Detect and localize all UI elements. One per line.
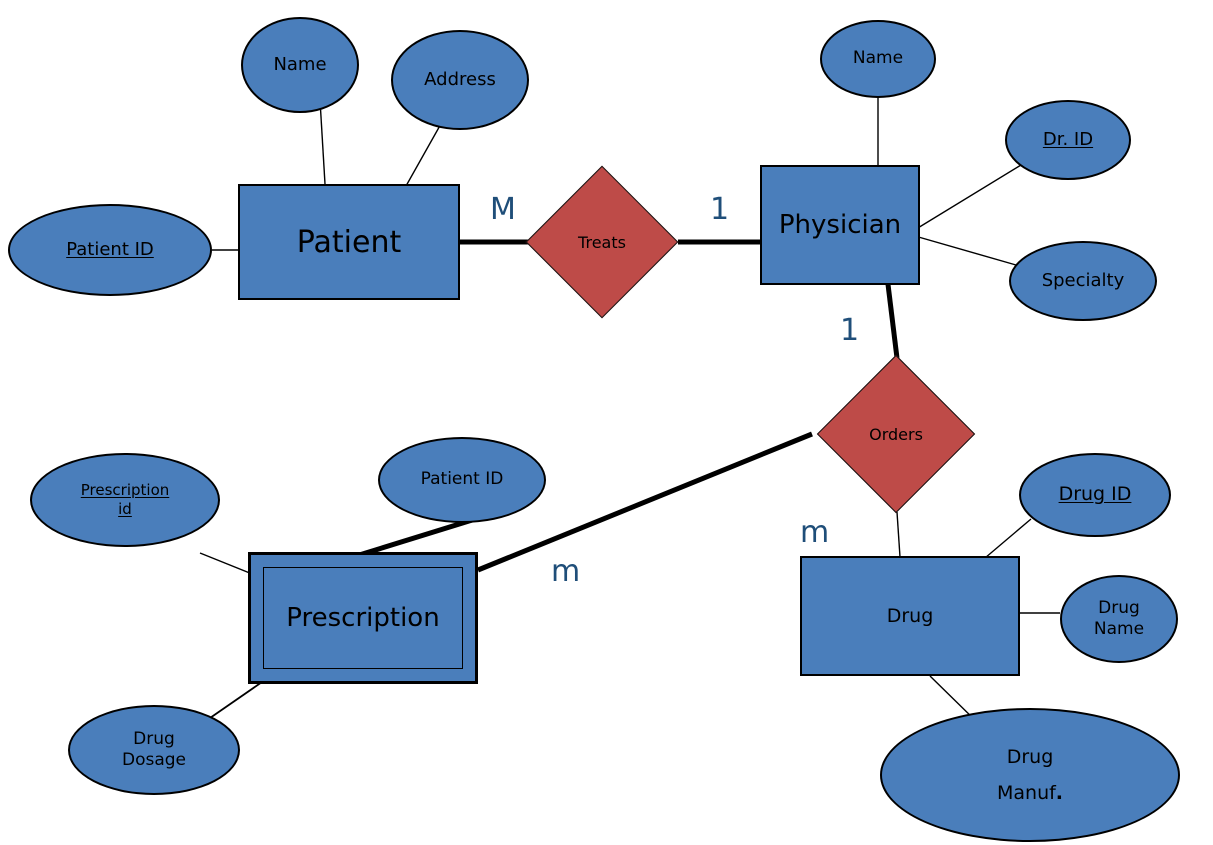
attribute-drug-dosage-line1: Drug bbox=[133, 728, 175, 749]
attribute-patient-id[interactable]: Patient ID bbox=[8, 204, 212, 296]
relationship-treats-label: Treats bbox=[578, 232, 626, 252]
cardinality-orders-prescription-label: m bbox=[551, 554, 581, 589]
entity-physician-label: Physician bbox=[778, 210, 902, 240]
attribute-prescription-id-line2: id bbox=[118, 500, 132, 518]
attribute-physician-specialty[interactable]: Specialty bbox=[1009, 241, 1157, 321]
edge-drug-id bbox=[984, 518, 1032, 559]
cardinality-patient-treats-label: M bbox=[490, 192, 516, 227]
attribute-prescription-id-line1: Prescription bbox=[80, 481, 170, 500]
attribute-physician-dr-id[interactable]: Dr. ID bbox=[1005, 100, 1131, 180]
cardinality-physician-orders: 1 bbox=[840, 313, 859, 348]
relationship-orders-label-wrap: Orders bbox=[840, 378, 952, 490]
cardinality-physician-orders-label: 1 bbox=[840, 313, 860, 348]
entity-drug[interactable]: Drug bbox=[800, 556, 1020, 676]
edge-physician-drid bbox=[907, 164, 1022, 235]
attribute-prescription-patient-id-label: Patient ID bbox=[420, 469, 504, 490]
edge-patient-address bbox=[405, 121, 443, 187]
attribute-physician-name[interactable]: Name bbox=[820, 20, 936, 98]
cardinality-orders-drug-label: m bbox=[800, 515, 830, 550]
attribute-drug-dosage-line2: Dosage bbox=[121, 750, 186, 770]
cardinality-orders-drug: m bbox=[800, 515, 829, 550]
attribute-drug-id-label: Drug ID bbox=[1058, 483, 1132, 506]
entity-physician[interactable]: Physician bbox=[760, 165, 920, 285]
attribute-prescription-id[interactable]: Prescription id bbox=[30, 453, 220, 547]
attribute-drug-name-line2: Name bbox=[1093, 619, 1145, 639]
attribute-prescription-drug-dosage-label: Drug Dosage bbox=[116, 729, 192, 772]
attribute-physician-name-label: Name bbox=[852, 48, 904, 69]
relationship-orders-label: Orders bbox=[869, 424, 923, 444]
entity-patient-label: Patient bbox=[296, 224, 402, 260]
entity-patient[interactable]: Patient bbox=[238, 184, 460, 300]
attribute-prescription-id-label: Prescription id bbox=[75, 481, 176, 519]
relationship-treats[interactable]: Treats bbox=[525, 165, 679, 319]
attribute-drug-manuf-line1: Drug bbox=[1006, 745, 1054, 768]
attribute-patient-name-label: Name bbox=[273, 53, 327, 75]
attribute-drug-name[interactable]: Drug Name bbox=[1060, 575, 1178, 663]
edge-rx-drug-dosage bbox=[209, 681, 263, 719]
edge-patient-name bbox=[319, 99, 326, 185]
attribute-drug-name-label: Drug Name bbox=[1088, 598, 1150, 641]
attribute-drug-id[interactable]: Drug ID bbox=[1019, 453, 1171, 537]
attribute-prescription-patient-id[interactable]: Patient ID bbox=[378, 437, 546, 523]
entity-drug-label: Drug bbox=[886, 605, 934, 627]
attribute-prescription-drug-dosage[interactable]: Drug Dosage bbox=[68, 705, 240, 795]
attribute-patient-address-label: Address bbox=[424, 68, 496, 90]
attribute-drug-manuf[interactable]: Drug Manuf. bbox=[880, 708, 1180, 842]
attribute-drug-manuf-line2: Manuf. bbox=[996, 782, 1064, 804]
entity-prescription[interactable]: Prescription bbox=[248, 552, 478, 684]
relationship-orders[interactable]: Orders bbox=[816, 354, 976, 514]
entity-prescription-label: Prescription bbox=[286, 603, 440, 633]
er-diagram-canvas: Patient Physician Prescription Drug Trea… bbox=[0, 0, 1213, 845]
attribute-patient-id-label: Patient ID bbox=[66, 238, 154, 260]
weak-entity-inner-border: Prescription bbox=[263, 567, 463, 669]
cardinality-treats-physician: 1 bbox=[710, 192, 729, 227]
drug-manuf-period: . bbox=[1055, 782, 1064, 804]
attribute-physician-specialty-label: Specialty bbox=[1041, 269, 1125, 291]
attribute-patient-address[interactable]: Address bbox=[391, 30, 529, 130]
cardinality-patient-treats: M bbox=[490, 192, 516, 227]
edge-orders-drug bbox=[896, 511, 901, 558]
attribute-drug-name-line1: Drug bbox=[1098, 597, 1140, 618]
attribute-physician-dr-id-label: Dr. ID bbox=[1042, 128, 1094, 150]
attribute-drug-manuf-label: Drug Manuf. bbox=[991, 739, 1069, 811]
cardinality-treats-physician-label: 1 bbox=[710, 192, 730, 227]
cardinality-orders-prescription: m bbox=[551, 554, 580, 589]
relationship-treats-label-wrap: Treats bbox=[548, 188, 656, 296]
attribute-patient-name[interactable]: Name bbox=[241, 17, 359, 113]
edge-physician-specialty bbox=[907, 233, 1017, 266]
